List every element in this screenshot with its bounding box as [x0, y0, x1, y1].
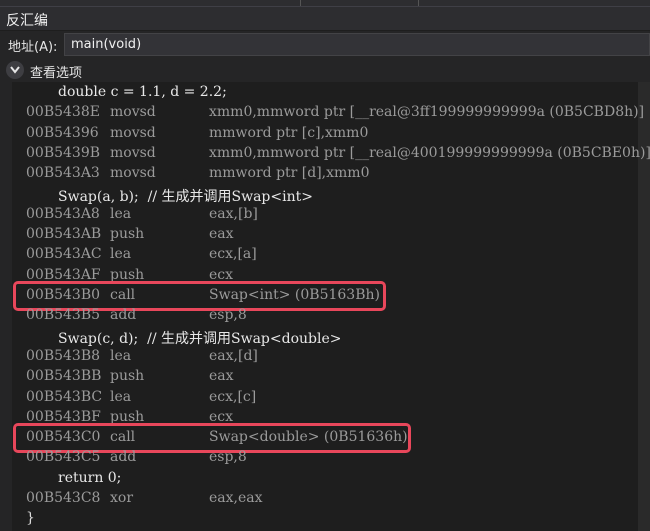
source-line[interactable]: double c = 1.1, d = 2.2;: [0, 83, 640, 103]
disassembly-code-view[interactable]: double c = 1.1, d = 2.2; 00B5438E movsd xmm…: [0, 82, 650, 531]
asm-line[interactable]: 00B543A3 movsd mmword ptr [d],xmm0: [0, 164, 640, 184]
instruction-mnemonic: lea: [110, 205, 132, 222]
instruction-mnemonic: lea: [110, 347, 132, 364]
asm-line[interactable]: 00B543B8 lea eax,[d]: [0, 347, 640, 367]
instruction-operands: eax,[b]: [209, 205, 258, 222]
view-options-label: 查看选项: [30, 66, 83, 81]
asm-line[interactable]: 00B54396 movsd mmword ptr [c],xmm0: [0, 124, 640, 144]
instruction-operands: eax,eax: [209, 490, 263, 506]
instruction-address: 00B543B5: [26, 307, 101, 324]
address-input[interactable]: main(void): [64, 33, 650, 56]
asm-line[interactable]: 00B543BC lea ecx,[c]: [0, 388, 640, 408]
instruction-address: 00B5439B: [26, 144, 101, 161]
asm-line[interactable]: 00B5439B movsd xmm0,mmword ptr [__real@400…: [0, 144, 650, 164]
instruction-address: 00B543B8: [26, 347, 101, 364]
instruction-address: 00B54396: [26, 124, 99, 141]
source-text: Swap(c, d); // 生成并调用Swap<double>: [58, 330, 342, 347]
source-line[interactable]: Swap(c, d); // 生成并调用Swap<double>: [0, 327, 640, 347]
address-label: 地址(A):: [8, 40, 58, 55]
instruction-mnemonic: movsd: [110, 104, 156, 121]
asm-line[interactable]: 00B5438E movsd xmm0,mmword ptr [__real@3ff…: [0, 103, 644, 123]
asm-line[interactable]: 00B543C5 add esp,8: [0, 448, 640, 468]
instruction-operands: xmm0,mmword ptr [__real@400199999999999a…: [209, 144, 650, 161]
window-title: 反汇编: [6, 13, 48, 29]
address-bar: 地址(A): main(void): [0, 31, 650, 58]
instruction-address: 00B543BC: [26, 388, 103, 405]
instruction-mnemonic: add: [110, 449, 137, 466]
source-text: Swap(a, b); // 生成并调用Swap<int>: [58, 188, 313, 205]
instruction-mnemonic: movsd: [110, 144, 156, 161]
disassembly-window-titlebar: 反汇编: [0, 6, 650, 30]
instruction-address: 00B543C5: [26, 449, 101, 466]
instruction-operands: xmm0,mmword ptr [__real@3ff199999999999a…: [209, 104, 645, 121]
instruction-mnemonic: lea: [110, 246, 132, 263]
asm-line[interactable]: 00B543A8 lea eax,[b]: [0, 205, 640, 225]
instruction-operands: ecx,[c]: [209, 388, 257, 405]
instruction-operands: eax: [209, 368, 234, 385]
source-text: return 0;: [58, 469, 122, 486]
instruction-operands: mmword ptr [c],xmm0: [209, 124, 369, 141]
instruction-operands: eax,[d]: [209, 347, 258, 364]
asm-line[interactable]: 00B543AC lea ecx,[a]: [0, 245, 640, 265]
instruction-operands: esp,8: [209, 307, 247, 324]
asm-line[interactable]: 00B543B5 add esp,8: [0, 306, 640, 326]
asm-line[interactable]: 00B543AB push eax: [0, 225, 640, 245]
instruction-operands: esp,8: [209, 449, 247, 466]
instruction-operands: mmword ptr [d],xmm0: [209, 165, 370, 182]
asm-line[interactable]: 00B543C8 xor eax,eax: [0, 489, 640, 509]
source-text: double c = 1.1, d = 2.2;: [58, 84, 227, 100]
view-options-bar[interactable]: 查看选项: [0, 58, 650, 82]
instruction-address: 00B543AB: [26, 226, 102, 243]
instruction-mnemonic: movsd: [110, 165, 156, 182]
instruction-mnemonic: lea: [110, 388, 132, 405]
instruction-address: 00B5438E: [26, 104, 100, 121]
instruction-address: 00B543BB: [26, 368, 102, 385]
instruction-address: 00B543C8: [26, 490, 101, 506]
source-line[interactable]: return 0;: [0, 469, 640, 489]
instruction-mnemonic: push: [110, 368, 145, 385]
chevron-down-icon[interactable]: [6, 61, 24, 79]
source-line[interactable]: Swap(a, b); // 生成并调用Swap<int>: [0, 185, 640, 205]
asm-line[interactable]: 00B543BB push eax: [0, 367, 640, 387]
closing-brace-line[interactable]: }: [0, 509, 640, 529]
instruction-address: 00B543AC: [26, 246, 102, 263]
instruction-mnemonic: add: [110, 307, 137, 324]
instruction-mnemonic: push: [110, 226, 145, 243]
instruction-operands: ecx,[a]: [209, 246, 257, 263]
instruction-address: 00B543A8: [26, 205, 100, 222]
instruction-mnemonic: movsd: [110, 124, 156, 141]
brace-text: }: [26, 510, 35, 527]
instruction-operands: eax: [209, 226, 234, 243]
instruction-mnemonic: xor: [110, 490, 134, 506]
instruction-address: 00B543A3: [26, 165, 100, 182]
